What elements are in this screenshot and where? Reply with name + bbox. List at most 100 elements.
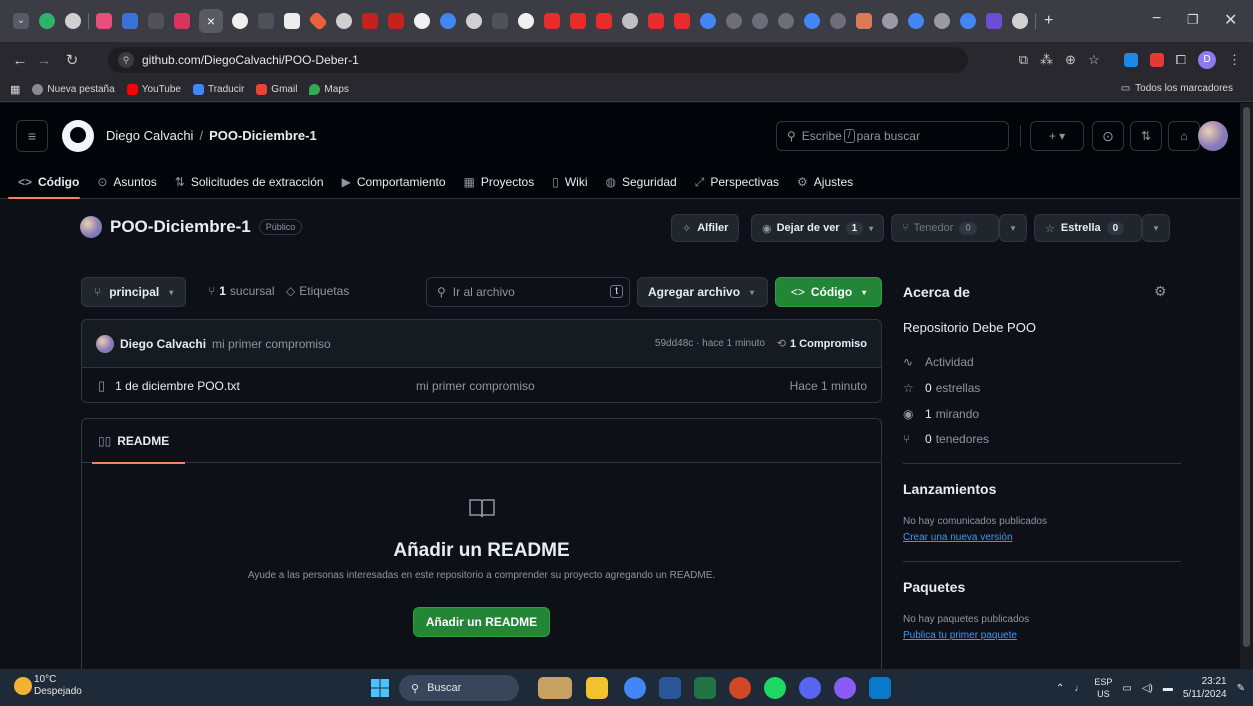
tab-settings[interactable]: ⚙ Ajustes [788,165,862,199]
search-input[interactable]: ⚲ Escribe / para buscar [776,121,1009,151]
tab-code[interactable]: <> Código [0,165,88,199]
tab-favicon[interactable] [570,13,586,29]
taskbar-search[interactable]: ⚲ Buscar [399,675,519,701]
tab-favicon[interactable] [986,13,1002,29]
active-tab-close-icon[interactable]: × [199,9,223,33]
inbox-icon[interactable]: ⌂ [1168,121,1200,151]
tab-favicon[interactable] [232,13,248,29]
star-button[interactable]: ☆ Estrella 0 [1034,214,1142,242]
tab-favicon[interactable] [960,13,976,29]
hamburger-menu-icon[interactable]: ≡ [16,120,48,152]
extension-icon[interactable] [1123,53,1138,67]
branches-link[interactable]: ⑂ 1 sucursal [208,284,275,298]
tab-favicon[interactable] [934,13,950,29]
tab-favicon[interactable] [726,13,742,29]
tab-favicon[interactable] [492,13,508,29]
activity-link[interactable]: ∿ Actividad [903,355,974,369]
page-scrollbar[interactable] [1240,103,1253,669]
tab-favicon[interactable] [648,13,664,29]
fork-button[interactable]: ⑂ Tenedor 0 [891,214,999,242]
tab-favicon[interactable] [908,13,924,29]
extension-icon[interactable] [1149,53,1164,67]
stars-link[interactable]: ☆ 0 estrellas [903,381,980,395]
address-bar[interactable]: ⚲ github.com/DiegoCalvachi/POO-Deber-1 [108,47,968,73]
tab-pull-requests[interactable]: ⇅ Solicitudes de extracción [166,165,333,199]
file-explorer-icon[interactable] [586,677,608,699]
tab-favicon[interactable] [674,13,690,29]
battery-icon[interactable]: ▬ [1163,683,1173,694]
fork-dropdown[interactable]: ▾ [999,214,1027,242]
translate-icon[interactable]: ⁂ [1040,52,1053,68]
pin-button[interactable]: ✧ Alfiler [671,214,740,242]
about-settings-gear-icon[interactable]: ⚙ [1154,283,1167,300]
chrome-icon[interactable] [624,677,646,699]
tab-favicon[interactable] [1012,13,1028,29]
tab-favicon[interactable] [518,13,534,29]
pull-requests-icon[interactable]: ⇅ [1130,121,1162,151]
powerpoint-icon[interactable] [729,677,751,699]
file-name[interactable]: 1 de diciembre POO.txt [115,379,240,393]
tab-favicon[interactable] [752,13,768,29]
profile-avatar[interactable]: D [1198,51,1216,69]
tab-favicon[interactable] [65,13,81,29]
tab-favicon[interactable] [544,13,560,29]
commit-meta[interactable]: 59dd48c · hace 1 minuto [655,338,765,349]
tab-favicon[interactable] [414,13,430,29]
spotify-icon[interactable] [764,677,786,699]
minimize-icon[interactable]: − [1152,10,1161,28]
tab-favicon[interactable] [596,13,612,29]
owner-avatar[interactable] [80,216,102,238]
tab-projects[interactable]: ▦ Proyectos [455,165,544,199]
notifications-icon[interactable]: ✎ [1237,683,1245,694]
bookmark-youtube[interactable]: YouTube [126,84,181,95]
weather-widget[interactable]: 10°C Despejado [34,674,82,698]
issues-icon[interactable]: ⊙ [1092,121,1124,151]
publish-package-link[interactable]: Publica tu primer paquete [903,630,1017,641]
tags-link[interactable]: ◇ Etiquetas [286,284,349,298]
github-logo-icon[interactable] [62,120,94,152]
tab-favicon[interactable] [622,13,638,29]
bookmark-gmail[interactable]: Gmail [256,84,297,95]
commit-author-avatar[interactable] [96,334,114,353]
tab-favicon[interactable] [284,13,300,29]
bookmark-maps[interactable]: Maps [309,84,349,95]
tab-favicon[interactable] [882,13,898,29]
tab-insights[interactable]: ⤢ Perspectivas [686,165,788,199]
repo-name[interactable]: POO-Diciembre-1 [110,217,251,237]
tab-wiki[interactable]: ▯ Wiki [543,165,596,199]
microphone-icon[interactable]: ♩ [1074,683,1084,694]
star-dropdown[interactable]: ▾ [1142,214,1170,242]
bookmark-star-icon[interactable]: ☆ [1088,52,1100,68]
forward-icon[interactable]: → [32,52,56,69]
readme-tab[interactable]: ▯▯ README [91,419,186,464]
create-release-link[interactable]: Crear una nueva versión [903,532,1013,543]
commits-link[interactable]: ⟲ 1 Compromiso [777,337,867,351]
excel-icon[interactable] [694,677,716,699]
apps-grid-icon[interactable]: ▦ [10,83,20,96]
tab-favicon[interactable] [148,13,164,29]
tab-issues[interactable]: ⊙ Asuntos [88,165,165,199]
releases-heading[interactable]: Lanzamientos [903,481,996,497]
tab-favicon[interactable] [388,13,404,29]
bookmark-translate[interactable]: Traducir [192,84,244,95]
language-indicator[interactable]: ESP US [1094,676,1112,700]
discord-icon[interactable] [799,677,821,699]
tab-favicon[interactable] [466,13,482,29]
owner-link[interactable]: Diego Calvachi [106,128,193,143]
tab-favicon[interactable] [362,13,378,29]
user-avatar[interactable] [1198,121,1228,151]
new-tab-icon[interactable]: + [1044,12,1053,30]
tab-favicon[interactable] [122,13,138,29]
tab-security[interactable]: ◍ Seguridad [597,165,686,199]
browser-menu-icon[interactable]: ⋮ [1228,52,1241,68]
vscode-icon[interactable] [869,677,891,699]
restore-icon[interactable]: ❐ [1187,12,1199,28]
extensions-puzzle-icon[interactable]: ⧠ [1176,52,1186,68]
clock[interactable]: 23:21 5/11/2024 [1183,675,1227,701]
reload-icon[interactable]: ↻ [60,51,84,69]
commit-message[interactable]: mi primer compromiso [212,337,331,351]
watch-button[interactable]: ◉ Dejar de ver 1 ▾ [751,214,885,242]
watchers-link[interactable]: ◉ 1 mirando [903,407,979,421]
commit-author[interactable]: Diego Calvachi [120,337,206,351]
packages-heading[interactable]: Paquetes [903,579,965,595]
